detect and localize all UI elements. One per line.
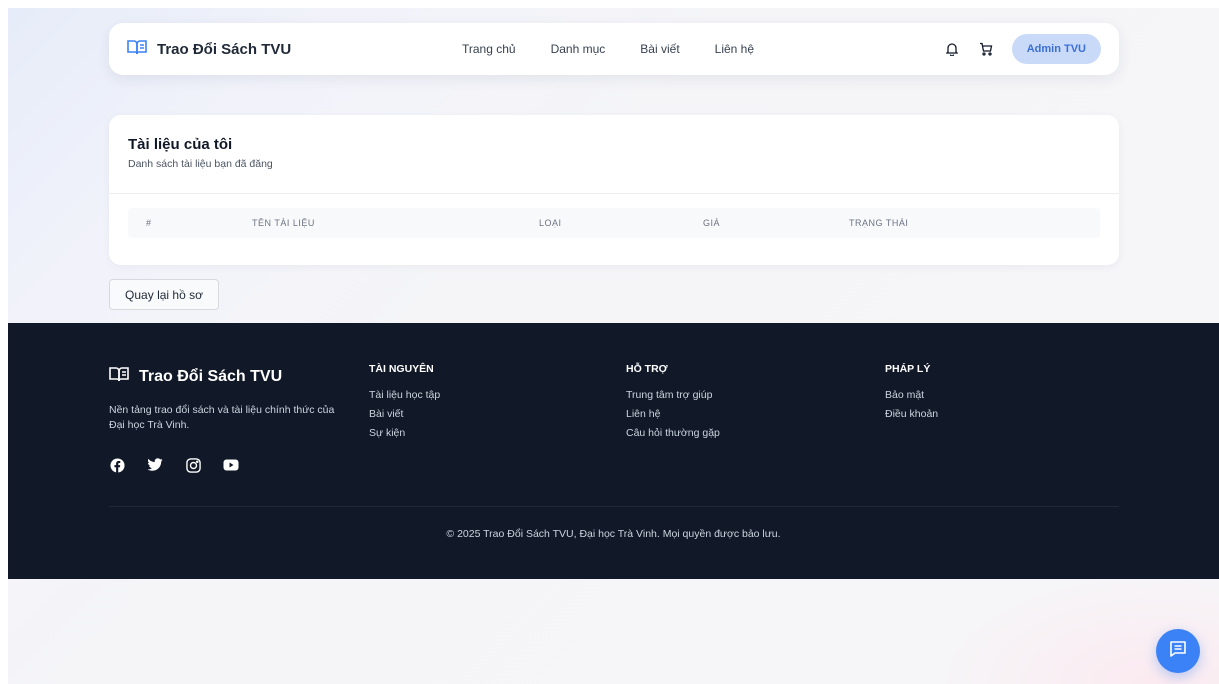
- footer-link-events[interactable]: Sự kiện: [369, 427, 440, 439]
- bell-icon[interactable]: [944, 41, 960, 57]
- main-nav: Trang chủ Danh mục Bài viết Liên hệ: [462, 42, 754, 56]
- footer-description: Nền tảng trao đổi sách và tài liệu chính…: [109, 404, 335, 431]
- chat-button[interactable]: [1156, 629, 1200, 673]
- social-links: [109, 457, 239, 473]
- back-to-profile-button[interactable]: Quay lại hồ sơ: [109, 279, 219, 310]
- footer-column-resources: TÀI NGUYÊN Tài liệu học tập Bài viết Sự …: [369, 363, 440, 446]
- youtube-icon[interactable]: [223, 457, 239, 473]
- footer-column-legal: PHÁP LÝ Bảo mật Điều khoản: [885, 363, 938, 427]
- table-header: # TÊN TÀI LIỆU LOẠI GIÁ TRẠNG THÁI: [128, 208, 1100, 238]
- footer-column-support: HỖ TRỢ Trung tâm trợ giúp Liên hệ Câu hỏ…: [626, 363, 720, 446]
- column-header-price: GIÁ: [703, 218, 721, 228]
- twitter-icon[interactable]: [147, 457, 163, 473]
- top-navbar: Trao Đổi Sách TVU Trang chủ Danh mục Bài…: [109, 23, 1119, 75]
- footer-link-privacy[interactable]: Bảo mật: [885, 389, 938, 401]
- footer-link-contact[interactable]: Liên hệ: [626, 408, 720, 420]
- book-open-icon: [109, 366, 129, 387]
- footer: Trao Đổi Sách TVU Nền tảng trao đổi sách…: [8, 323, 1219, 579]
- user-menu-button[interactable]: Admin TVU: [1011, 34, 1101, 64]
- page-subtitle: Danh sách tài liệu bạn đã đăng: [128, 158, 273, 170]
- cart-icon[interactable]: [978, 41, 994, 57]
- nav-link-categories[interactable]: Danh mục: [551, 42, 606, 56]
- chat-icon: [1169, 640, 1187, 663]
- page: Trao Đổi Sách TVU Trang chủ Danh mục Bài…: [8, 8, 1219, 684]
- column-header-name: TÊN TÀI LIỆU: [252, 218, 315, 228]
- nav-link-home[interactable]: Trang chủ: [462, 42, 516, 56]
- footer-divider: [109, 506, 1119, 507]
- nav-link-posts[interactable]: Bài viết: [640, 42, 679, 56]
- brand-logo[interactable]: Trao Đổi Sách TVU: [127, 39, 457, 60]
- column-header-index: #: [146, 218, 152, 228]
- footer-link-faq[interactable]: Câu hỏi thường gặp: [626, 427, 720, 439]
- instagram-icon[interactable]: [185, 457, 201, 473]
- column-header-status: TRẠNG THÁI: [849, 218, 909, 228]
- nav-link-contact[interactable]: Liên hệ: [715, 42, 754, 56]
- footer-column-title: HỖ TRỢ: [626, 363, 668, 375]
- brand-name: Trao Đổi Sách TVU: [157, 40, 292, 58]
- footer-link-help-center[interactable]: Trung tâm trợ giúp: [626, 389, 720, 401]
- footer-column-title: PHÁP LÝ: [885, 363, 931, 375]
- card-header: Tài liệu của tôi Danh sách tài liệu bạn …: [109, 115, 1119, 194]
- footer-brand-name: Trao Đổi Sách TVU: [139, 367, 283, 385]
- footer-link-posts[interactable]: Bài viết: [369, 408, 440, 420]
- book-open-icon: [127, 39, 147, 60]
- footer-brand[interactable]: Trao Đổi Sách TVU: [109, 366, 282, 387]
- footer-column-title: TÀI NGUYÊN: [369, 363, 434, 375]
- facebook-icon[interactable]: [109, 457, 125, 473]
- page-title: Tài liệu của tôi: [128, 136, 233, 153]
- footer-link-terms[interactable]: Điều khoản: [885, 408, 938, 420]
- footer-link-study-materials[interactable]: Tài liệu học tập: [369, 389, 440, 401]
- documents-card: Tài liệu của tôi Danh sách tài liệu bạn …: [109, 115, 1119, 265]
- copyright-text: © 2025 Trao Đổi Sách TVU, Đại học Trà Vi…: [446, 528, 781, 540]
- nav-actions: Admin TVU: [944, 34, 1101, 64]
- column-header-type: LOẠI: [539, 218, 562, 228]
